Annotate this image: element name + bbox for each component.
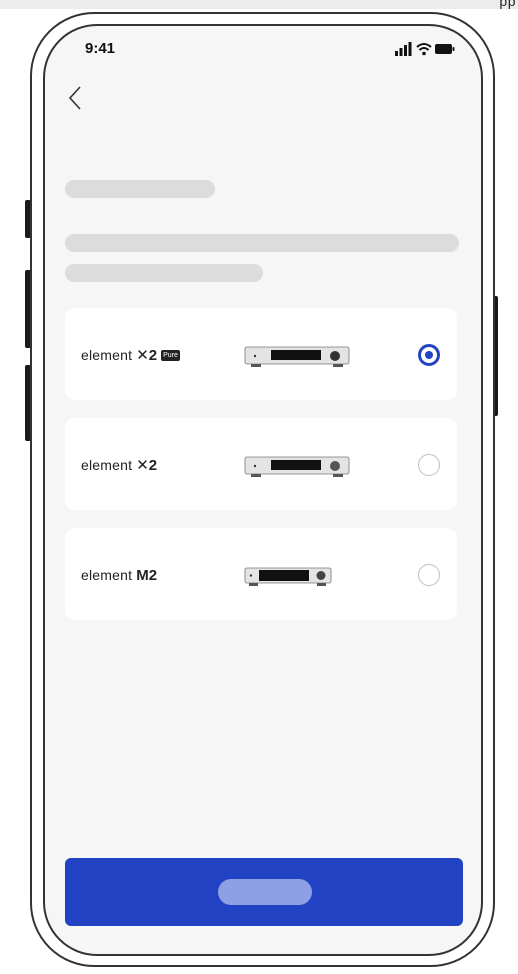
product-logo: element M2 <box>81 566 157 584</box>
phone-screen: 9:41 element ✕2 Pure element ✕2 element … <box>43 24 483 956</box>
button-label-placeholder <box>218 879 312 905</box>
product-option-card-2[interactable]: element ✕2 <box>65 418 457 510</box>
model-mark: ✕2 <box>136 347 158 364</box>
skeleton-line-1 <box>65 234 459 252</box>
model-badge: Pure <box>161 349 180 361</box>
product-logo: element ✕2 Pure <box>81 346 180 364</box>
model-mark: ✕2 <box>136 457 158 474</box>
radio-button-selected[interactable] <box>418 344 440 366</box>
battery-icon <box>435 44 455 54</box>
chevron-left-icon[interactable] <box>65 84 87 112</box>
model-mark: M2 <box>136 566 158 584</box>
device-illustration <box>244 567 332 586</box>
radio-button[interactable] <box>418 564 440 586</box>
skeleton-title <box>65 180 215 198</box>
status-icons <box>395 42 455 56</box>
brand-wordmark: element <box>81 457 133 473</box>
device-illustration <box>244 346 350 367</box>
brand-wordmark: element <box>81 347 133 363</box>
brand-wordmark: element <box>81 567 133 583</box>
radio-button[interactable] <box>418 454 440 476</box>
top-strip-text: pp <box>499 0 516 9</box>
product-logo: element ✕2 <box>81 456 157 474</box>
device-illustration <box>244 456 350 477</box>
continue-button[interactable] <box>65 858 463 926</box>
skeleton-line-2 <box>65 264 263 282</box>
product-option-card-3[interactable]: element M2 <box>65 528 457 620</box>
top-strip: pp <box>0 0 518 9</box>
signal-icon <box>395 42 412 56</box>
status-time: 9:41 <box>85 40 116 57</box>
wifi-icon <box>416 43 432 56</box>
product-option-card-1[interactable]: element ✕2 Pure <box>65 308 457 400</box>
